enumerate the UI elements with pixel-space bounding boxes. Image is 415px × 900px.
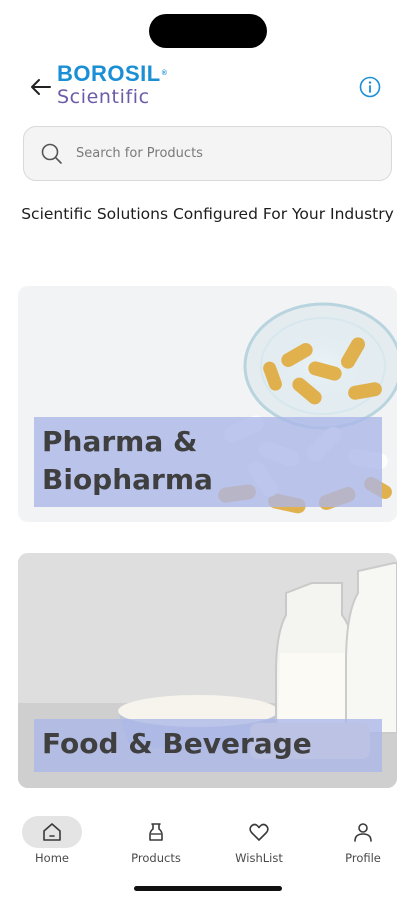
search-icon bbox=[41, 143, 62, 164]
bottom-tab-bar: Home Products WishList Profile bbox=[0, 808, 415, 870]
category-label-pharma: Pharma & Biopharma bbox=[34, 417, 382, 507]
info-circle-icon bbox=[359, 76, 381, 98]
home-indicator bbox=[134, 886, 282, 891]
tab-wishlist-label: WishList bbox=[235, 851, 283, 865]
search-input[interactable] bbox=[76, 146, 356, 161]
tab-home-label: Home bbox=[35, 851, 69, 865]
back-button[interactable] bbox=[28, 74, 54, 100]
logo-secondary-text: Scientific bbox=[57, 86, 150, 108]
heart-icon bbox=[249, 823, 269, 841]
tab-products-icon-wrap bbox=[126, 816, 186, 848]
search-bar[interactable] bbox=[23, 126, 392, 181]
app-header: BOROSIL® Scientific bbox=[0, 58, 415, 112]
tab-wishlist[interactable]: WishList bbox=[219, 808, 299, 870]
tab-products[interactable]: Products bbox=[116, 808, 196, 870]
logo-primary-text: BOROSIL® bbox=[57, 61, 168, 86]
category-card-food[interactable]: Food & Beverage bbox=[18, 553, 397, 788]
page-tagline: Scientific Solutions Configured For Your… bbox=[21, 205, 394, 223]
brand-logo: BOROSIL® Scientific bbox=[57, 62, 177, 110]
arrow-left-icon bbox=[31, 79, 51, 95]
tab-products-label: Products bbox=[131, 851, 181, 865]
category-card-pharma[interactable]: Pharma & Biopharma bbox=[18, 286, 397, 522]
tab-profile[interactable]: Profile bbox=[323, 808, 403, 870]
flask-icon bbox=[149, 823, 163, 841]
tab-profile-icon-wrap bbox=[333, 816, 393, 848]
category-label-food: Food & Beverage bbox=[34, 719, 382, 772]
tab-home-icon-wrap bbox=[22, 816, 82, 848]
user-icon bbox=[354, 823, 372, 842]
tab-profile-label: Profile bbox=[345, 851, 381, 865]
info-button[interactable] bbox=[357, 74, 383, 100]
home-icon bbox=[43, 823, 61, 841]
device-notch bbox=[149, 14, 267, 48]
tab-home[interactable]: Home bbox=[12, 808, 92, 870]
tab-wishlist-icon-wrap bbox=[229, 816, 289, 848]
